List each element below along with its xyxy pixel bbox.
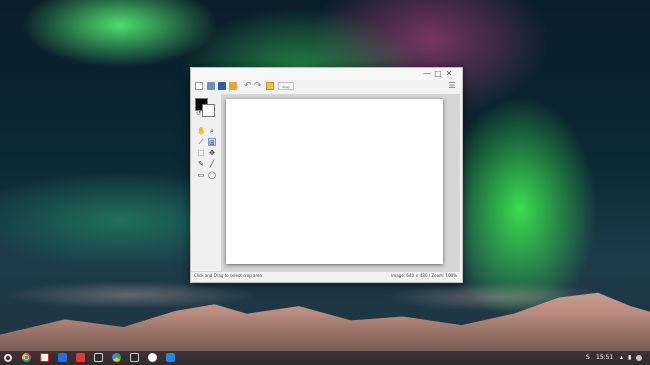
- ellipse-tool-icon[interactable]: ◯: [208, 171, 216, 179]
- minimize-button[interactable]: —: [422, 69, 432, 79]
- new-file-icon[interactable]: [195, 82, 203, 90]
- system-tray[interactable]: S 15:51 ▴ ▮: [586, 353, 646, 363]
- open-folder-icon[interactable]: [207, 82, 215, 90]
- crop-tool-icon[interactable]: ⊞: [208, 138, 216, 147]
- youtube-icon[interactable]: [76, 353, 85, 362]
- hand-tool-icon[interactable]: ✋: [197, 127, 206, 135]
- swap-colors-icon[interactable]: ↺: [196, 110, 201, 117]
- toolbar: ↶ ↷ Apply ☰: [191, 80, 460, 94]
- image-canvas[interactable]: [226, 99, 443, 264]
- maximize-button[interactable]: □: [433, 69, 443, 79]
- select-tool-icon[interactable]: ⬚: [197, 149, 205, 157]
- status-bar: Click and Drag to select crop area Image…: [191, 271, 460, 282]
- line-tool-icon[interactable]: ╱: [208, 160, 216, 168]
- clock: 15:51: [596, 354, 614, 361]
- background-color-swatch[interactable]: [202, 104, 215, 117]
- menu-icon[interactable]: ☰: [448, 82, 456, 90]
- chrome-icon[interactable]: [22, 353, 31, 362]
- redo-icon[interactable]: ↷: [254, 81, 262, 91]
- image-editor-window: — □ ✕ ↶ ↷ Apply ☰ ↺ ✋ ⌕ ⟋ ⊞ ⬚ ✥ ✎ ╱ ▭ ◯ …: [190, 67, 463, 283]
- wifi-icon: ▴: [620, 354, 624, 361]
- move-tool-icon[interactable]: ✥: [208, 149, 216, 157]
- image-info-text: Image: 640 × 480 / Zoom: 100%: [391, 273, 457, 278]
- canvas-area[interactable]: [221, 94, 460, 272]
- rectangle-tool-icon[interactable]: ▭: [197, 171, 205, 179]
- window-titlebar: — □ ✕: [191, 68, 462, 80]
- save-as-icon[interactable]: [229, 82, 237, 90]
- undo-icon[interactable]: ↶: [244, 81, 252, 91]
- close-button[interactable]: ✕: [444, 69, 454, 79]
- color-picker-tool-icon[interactable]: ⟋: [197, 138, 205, 146]
- avatar: [636, 355, 642, 361]
- google-drive-icon[interactable]: [112, 353, 121, 362]
- battery-icon: ▮: [628, 354, 632, 361]
- docs-icon[interactable]: [58, 353, 67, 362]
- status-hint-text: Click and Drag to select crop area: [194, 273, 262, 278]
- chat-icon[interactable]: [148, 353, 157, 362]
- pencil-tool-icon[interactable]: ✎: [197, 160, 205, 168]
- image-editor-icon[interactable]: [130, 353, 139, 362]
- shelf: S 15:51 ▴ ▮: [0, 351, 650, 365]
- files-icon[interactable]: [94, 353, 103, 362]
- crop-icon[interactable]: [266, 82, 274, 90]
- gmail-icon[interactable]: [40, 353, 49, 362]
- tool-panel: ↺ ✋ ⌕ ⟋ ⊞ ⬚ ✥ ✎ ╱ ▭ ◯: [191, 94, 221, 272]
- save-icon[interactable]: [218, 82, 226, 90]
- launcher-icon[interactable]: [4, 354, 12, 362]
- zoom-tool-icon[interactable]: ⌕: [208, 127, 216, 135]
- user-initial: S: [586, 354, 590, 361]
- camera-icon[interactable]: [166, 353, 175, 362]
- apply-button[interactable]: Apply: [278, 82, 294, 90]
